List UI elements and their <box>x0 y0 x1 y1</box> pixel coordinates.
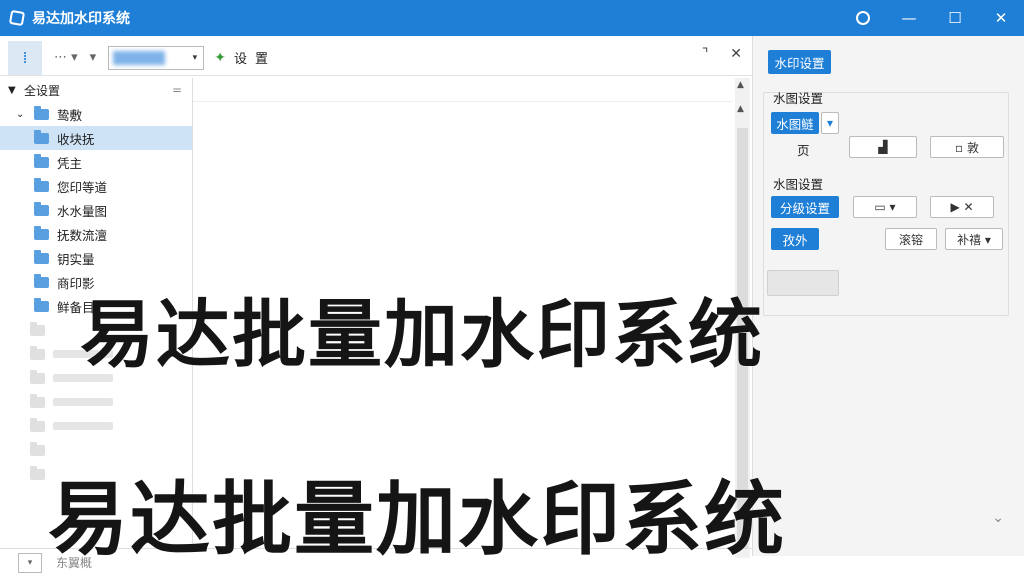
toolbar-option-b[interactable]: ▾ <box>90 50 97 65</box>
tree-item-faded <box>30 414 192 438</box>
menu-icon[interactable]: = <box>172 83 182 97</box>
folder-icon <box>30 465 45 480</box>
folder-icon <box>34 129 49 144</box>
folder-icon <box>34 297 49 312</box>
toolbar: ⁞ ⋯ ▾ ▾ ▾ ✦ 设 置 ⌝ ✕ <box>0 40 752 76</box>
close-button[interactable]: ✕ <box>978 0 1024 36</box>
tree-item[interactable]: 您印等道 <box>0 174 192 198</box>
minimize-button[interactable]: — <box>886 0 932 36</box>
add-button[interactable]: 滚镕 <box>885 228 937 250</box>
window-controls: — ☐ ✕ <box>840 0 1024 36</box>
watermark-type-button[interactable]: 水图鲢 <box>771 112 819 134</box>
apply-button[interactable]: 孜外 <box>771 228 819 250</box>
toolbar-option-a[interactable]: ⋯ ▾ <box>54 50 78 65</box>
tree-item-label: 您印等道 <box>57 179 108 195</box>
more-select[interactable]: 补禧 ▾ <box>945 228 1003 250</box>
folder-icon <box>30 345 45 360</box>
tree-item[interactable]: 水水量图 <box>0 198 192 222</box>
grid-icon: ⁞ <box>22 48 28 67</box>
scroll-up-icon[interactable]: ▲ <box>737 80 744 90</box>
collapse-icon[interactable]: ⌄ <box>992 510 1004 526</box>
tree-root-label: 全设置 <box>24 83 61 98</box>
folder-icon <box>34 177 49 192</box>
toolbar-right: ⌝ ✕ <box>702 46 742 62</box>
chevron-down-icon: ⌄ <box>16 108 25 120</box>
folder-icon <box>34 273 49 288</box>
window-title: 易达加水印系统 <box>32 11 130 27</box>
overlay-title-top: 易达批量加水印系统 <box>80 292 764 378</box>
position-select[interactable]: ▟ <box>849 136 917 158</box>
chevron-down-icon[interactable]: ▾ <box>821 112 839 134</box>
tree-item[interactable]: 收块抚 <box>0 126 192 150</box>
chevron-down-icon: ▼ <box>8 84 16 96</box>
layer-settings-button[interactable]: 分级设置 <box>771 196 839 218</box>
shape-select[interactable]: ▭ ▾ <box>853 196 917 218</box>
pin-button[interactable]: ⁞ <box>8 40 42 75</box>
toolbar-label-2[interactable]: 置 <box>255 48 268 67</box>
tree-item[interactable]: 凭主 <box>0 150 192 174</box>
tree-item-label: 水水量图 <box>57 203 108 219</box>
chevron-down-icon: ▾ <box>192 52 198 63</box>
tree-item-label: 收块抚 <box>57 131 95 147</box>
maximize-button[interactable]: ☐ <box>932 0 978 36</box>
folder-icon <box>34 105 49 120</box>
overlay-title-bottom: 易达批量加水印系统 <box>48 473 786 566</box>
font-select[interactable]: ▫ 敦 <box>930 136 1004 158</box>
gear-icon <box>856 11 870 25</box>
corner-icon[interactable]: ⌝ <box>702 46 709 62</box>
toolbar-label-1[interactable]: 设 <box>234 48 247 67</box>
section1-title: 水图设置 <box>773 91 824 106</box>
disabled-button <box>767 270 839 296</box>
folder-icon <box>30 321 45 336</box>
leaf-icon[interactable]: ✦ <box>214 50 226 66</box>
tree-root[interactable]: ▼ 全设置 = <box>0 78 192 102</box>
folder-icon <box>34 225 49 240</box>
tree-item-faded <box>30 390 192 414</box>
title-bar: 易达加水印系统 — ☐ ✕ <box>0 0 1024 36</box>
tree-group[interactable]: ⌄ 鸷敷 <box>0 102 192 126</box>
folder-icon <box>34 249 49 264</box>
play-button[interactable]: ▶ ✕ <box>930 196 994 218</box>
tree-item-label: 凭主 <box>57 155 83 171</box>
status-toggle[interactable]: ▾ <box>18 552 42 573</box>
faded-label <box>53 398 113 406</box>
toolbar-dropdown[interactable]: ▾ <box>108 45 205 70</box>
page-label: 页 <box>797 143 810 158</box>
tree-item[interactable]: 抚数流澶 <box>0 222 192 246</box>
faded-label <box>53 422 113 430</box>
folder-icon <box>30 393 45 408</box>
tree-group-label: 鸷敷 <box>57 107 83 123</box>
tree-item-label: 钥实量 <box>57 251 95 267</box>
app-logo-icon <box>8 9 26 27</box>
close-pane-icon[interactable]: ✕ <box>730 46 742 62</box>
folder-icon <box>34 153 49 168</box>
settings-button[interactable] <box>840 0 886 36</box>
tree-item-label: 抚数流澶 <box>57 227 108 243</box>
preview-header <box>193 78 733 102</box>
dropdown-value <box>113 50 166 65</box>
folder-icon <box>30 369 45 384</box>
tree-item[interactable]: 钥实量 <box>0 246 192 270</box>
tab-watermark-settings[interactable]: 水印设置 <box>768 50 831 74</box>
scroll-up-icon[interactable]: ▲ <box>737 104 744 114</box>
folder-icon <box>34 201 49 216</box>
folder-icon <box>30 417 45 432</box>
folder-icon <box>30 441 45 456</box>
section2-title: 水图设置 <box>773 177 824 192</box>
settings-panel: 水印设置 水图设置 水图鲢 ▾ 页 ▟ ▫ 敦 水图设置 分级设置 ▭ ▾ ▶ … <box>752 36 1024 556</box>
